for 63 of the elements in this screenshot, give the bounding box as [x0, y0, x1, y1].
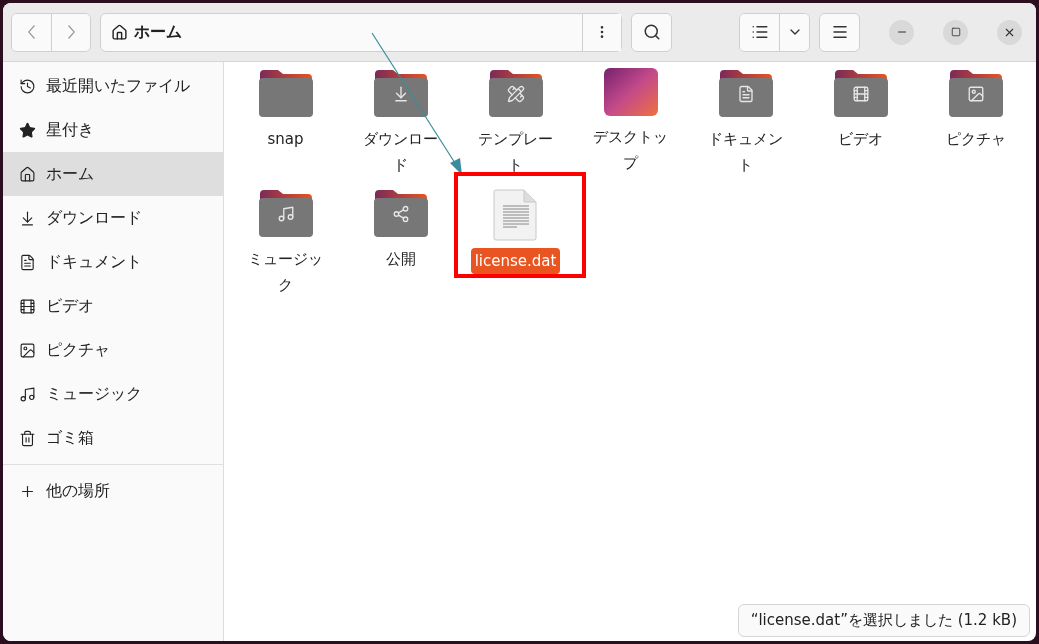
folder-name[interactable]: テンプレート [472, 126, 559, 178]
sidebar-item[interactable]: ゴミ箱 [3, 416, 223, 460]
sidebar-label: ビデオ [46, 295, 94, 317]
menu-button[interactable] [820, 13, 859, 51]
folder-name[interactable]: ビデオ [817, 126, 904, 152]
folder-name[interactable]: ピクチャ [932, 126, 1019, 152]
folder-name[interactable]: 公開 [357, 246, 444, 272]
sidebar-label: ドキュメント [46, 251, 142, 273]
menu-icon [830, 23, 849, 41]
search-button[interactable] [632, 13, 671, 51]
search-icon [642, 23, 661, 41]
folder-icon [372, 68, 429, 118]
sidebar-label: ピクチャ [46, 339, 110, 361]
sidebar-label: ダウンロード [46, 207, 142, 229]
folder-name[interactable]: デスクトップ [587, 124, 674, 176]
maximize-button[interactable] [943, 19, 968, 45]
sidebar-item[interactable]: ピクチャ [3, 328, 223, 372]
status-bar: “license.dat”を選択しました (1.2 kB) [737, 604, 1030, 637]
view-options-button[interactable] [779, 13, 809, 51]
list-icon [750, 23, 769, 41]
star-icon [19, 121, 36, 139]
sidebar-label: ホーム [46, 163, 94, 185]
maximize-icon [950, 27, 961, 37]
folder-icon [832, 68, 889, 118]
close-button[interactable] [997, 19, 1022, 45]
sidebar-label: ゴミ箱 [46, 427, 94, 449]
sidebar-item[interactable]: 他の場所 [3, 469, 223, 513]
folder-name[interactable]: ダウンロード [357, 126, 444, 178]
document-icon [19, 253, 36, 271]
folder-icon [257, 188, 314, 238]
folder-icon [947, 68, 1004, 118]
chevron-right-icon [67, 25, 75, 39]
recent-icon [19, 77, 36, 95]
folder-icon [257, 68, 314, 118]
download-icon [19, 209, 36, 227]
home-icon [111, 23, 128, 41]
sidebar-item[interactable]: ビデオ [3, 284, 223, 328]
music-icon [19, 385, 36, 403]
minimize-button[interactable] [889, 19, 914, 45]
sidebar-label: 最近開いたファイル [46, 75, 190, 97]
trash-icon [19, 429, 36, 447]
file-name[interactable]: license.dat [470, 248, 561, 274]
sidebar-item[interactable]: ホーム [3, 152, 223, 196]
folder-name[interactable]: snap [242, 126, 329, 152]
chevron-left-icon [28, 25, 35, 39]
sidebar-label: ミュージック [46, 383, 142, 405]
text-file-icon [492, 188, 539, 242]
video-icon [19, 297, 36, 315]
folder-name[interactable]: ドキュメント [702, 126, 789, 178]
folder-name[interactable]: ミュージック [242, 246, 329, 298]
sidebar-label: 星付き [46, 119, 94, 141]
home-icon [19, 165, 36, 183]
picture-icon [19, 341, 36, 359]
desktop-folder-icon [603, 68, 658, 116]
sidebar-item[interactable]: ダウンロード [3, 196, 223, 240]
sidebar-item[interactable]: ミュージック [3, 372, 223, 416]
sidebar-label: 他の場所 [46, 480, 110, 502]
folder-icon [372, 188, 429, 238]
folder-icon [487, 68, 544, 118]
sidebar-item[interactable]: ドキュメント [3, 240, 223, 284]
sidebar-item[interactable]: 星付き [3, 108, 223, 152]
folder-icon [717, 68, 774, 118]
sidebar-item[interactable]: 最近開いたファイル [3, 64, 223, 108]
